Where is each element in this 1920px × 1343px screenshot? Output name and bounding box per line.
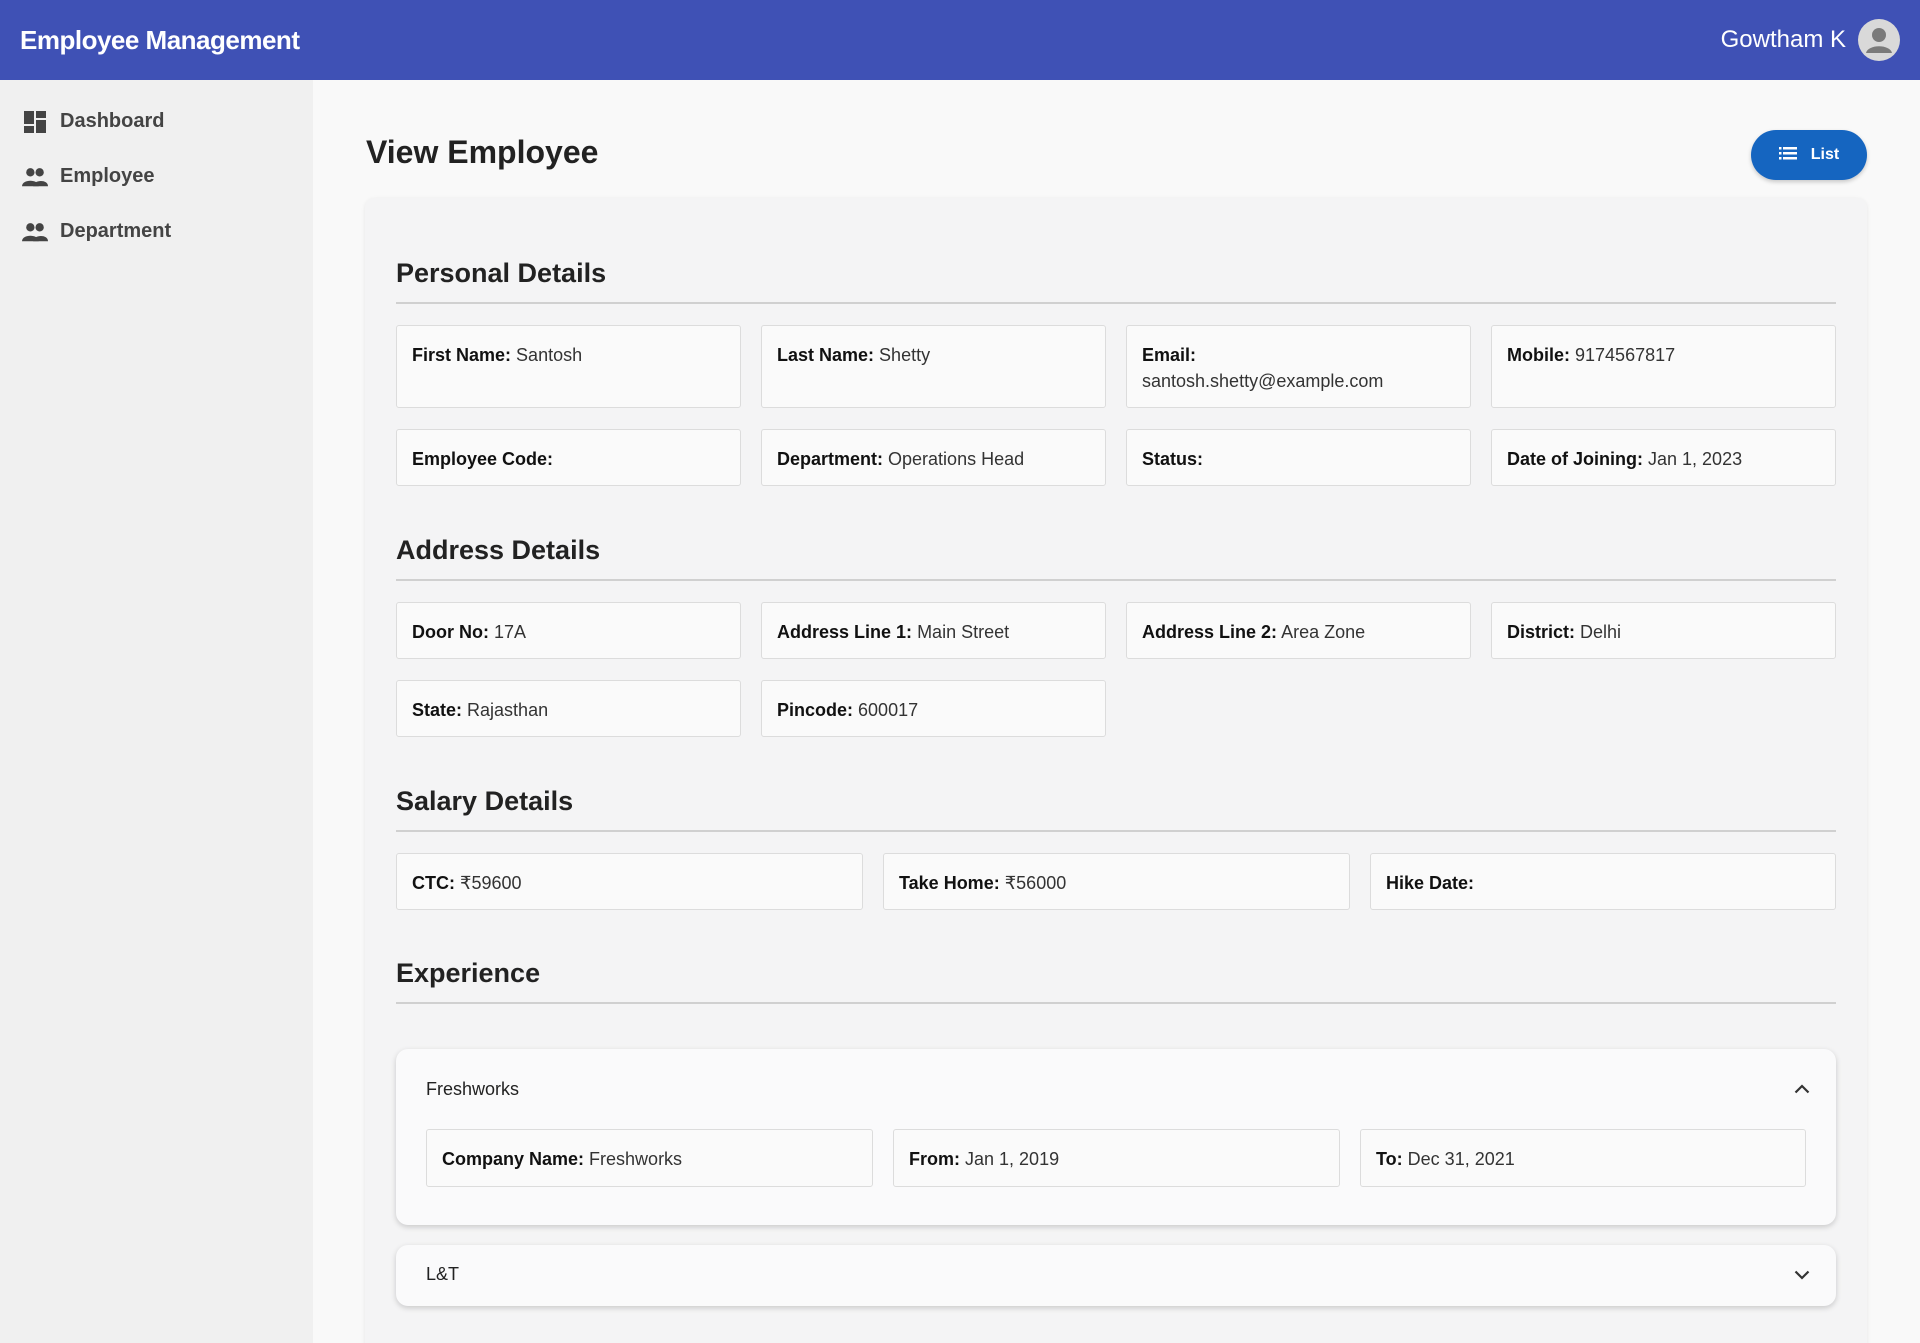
dashboard-icon	[22, 109, 48, 135]
field-from-date: From: Jan 1, 2019	[893, 1129, 1340, 1187]
field-mobile: Mobile: 9174567817	[1491, 325, 1836, 408]
section-title-personal: Personal Details	[396, 258, 607, 288]
sidebar-item-label: Employee	[60, 165, 155, 187]
experience-panel-header[interactable]: L&T	[426, 1264, 459, 1285]
field-ctc: CTC: ₹59600	[396, 853, 863, 910]
top-app-bar: Employee Management Gowtham K	[0, 0, 1920, 80]
section-divider	[396, 1002, 1836, 1004]
field-employee-code: Employee Code:	[396, 429, 741, 486]
field-hike-date: Hike Date:	[1370, 853, 1836, 910]
section-title-address: Address Details	[396, 535, 601, 565]
section-divider	[396, 830, 1836, 832]
employee-details-card: Personal Details First Name: Santosh Las…	[365, 198, 1867, 1343]
app-title: Employee Management	[20, 24, 300, 55]
experience-panel-lt[interactable]: L&T	[396, 1245, 1836, 1306]
section-divider	[396, 579, 1836, 581]
sidebar-item-label: Department	[60, 220, 172, 242]
field-email: Email: santosh.shetty@example.com	[1126, 325, 1471, 408]
user-menu[interactable]: Gowtham K	[1721, 19, 1900, 61]
account-circle-icon[interactable]	[1858, 19, 1900, 61]
field-address-line-1: Address Line 1: Main Street	[761, 602, 1106, 659]
chevron-down-icon[interactable]	[1792, 1265, 1812, 1285]
sidebar-item-dashboard[interactable]: Dashboard	[0, 94, 313, 149]
list-icon	[1778, 146, 1797, 165]
people-icon	[22, 164, 48, 190]
field-first-name: First Name: Santosh	[396, 325, 741, 408]
field-company-name: Company Name: Freshworks	[426, 1129, 873, 1187]
section-title-salary: Salary Details	[396, 786, 574, 816]
experience-panel-freshworks: Freshworks Company Name: Freshworks From…	[396, 1049, 1836, 1225]
field-last-name: Last Name: Shetty	[761, 325, 1106, 408]
field-district: District: Delhi	[1491, 602, 1836, 659]
main-content: View Employee List Personal Details Firs…	[313, 80, 1920, 1343]
field-to-date: To: Dec 31, 2021	[1360, 1129, 1806, 1187]
field-state: State: Rajasthan	[396, 680, 741, 737]
sidebar: Dashboard Employee Department	[0, 80, 313, 1343]
section-divider	[396, 302, 1836, 304]
page-title: View Employee	[366, 134, 599, 170]
field-date-of-joining: Date of Joining: Jan 1, 2023	[1491, 429, 1836, 486]
field-address-line-2: Address Line 2: Area Zone	[1126, 602, 1471, 659]
user-name[interactable]: Gowtham K	[1721, 26, 1846, 54]
field-take-home: Take Home: ₹56000	[883, 853, 1350, 910]
experience-panel-header[interactable]: Freshworks	[426, 1079, 519, 1100]
field-door-no: Door No: 17A	[396, 602, 741, 659]
sidebar-item-label: Dashboard	[60, 110, 165, 132]
field-pincode: Pincode: 600017	[761, 680, 1106, 737]
list-button[interactable]: List	[1751, 130, 1867, 180]
people-icon	[22, 219, 48, 245]
section-title-experience: Experience	[396, 958, 541, 988]
chevron-up-icon[interactable]	[1792, 1079, 1812, 1099]
field-department: Department: Operations Head	[761, 429, 1106, 486]
field-status: Status:	[1126, 429, 1471, 486]
sidebar-item-department[interactable]: Department	[0, 204, 313, 259]
list-button-label: List	[1810, 146, 1840, 163]
sidebar-item-employee[interactable]: Employee	[0, 149, 313, 204]
